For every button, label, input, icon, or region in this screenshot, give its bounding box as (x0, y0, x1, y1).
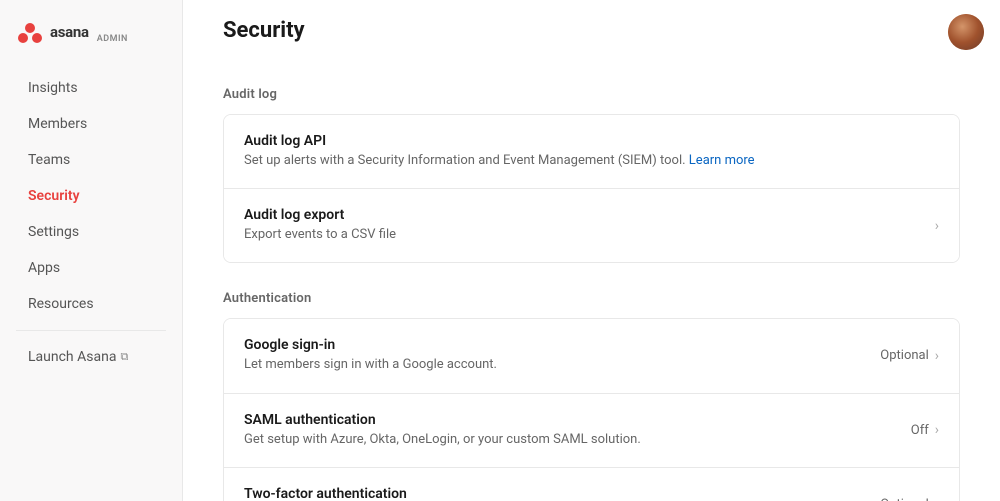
chevron-icon: › (935, 496, 939, 501)
saml-auth-right: Off › (911, 422, 939, 438)
google-signin-status: Optional (880, 348, 928, 363)
google-signin-content: Google sign-in Let members sign in with … (244, 337, 880, 374)
saml-auth-title: SAML authentication (244, 412, 911, 428)
avatar[interactable] (948, 14, 984, 50)
sidebar-item-resources[interactable]: Resources (8, 287, 174, 321)
sidebar-item-insights[interactable]: Insights (8, 71, 174, 105)
audit-log-export-title: Audit log export (244, 207, 935, 223)
avatar-container (948, 14, 984, 50)
google-signin-title: Google sign-in (244, 337, 880, 353)
saml-auth-content: SAML authentication Get setup with Azure… (244, 412, 911, 449)
sidebar: asana ADMIN Insights Members Teams Secur… (0, 0, 183, 501)
external-link-icon: ⧉ (120, 350, 128, 364)
authentication-section-label: Authentication (223, 271, 960, 318)
google-signin-row[interactable]: Google sign-in Let members sign in with … (224, 319, 959, 393)
audit-log-api-desc: Set up alerts with a Security Informatio… (244, 152, 939, 170)
two-factor-status: Optional (880, 497, 928, 501)
chevron-icon: › (935, 422, 939, 438)
sidebar-item-teams[interactable]: Teams (8, 143, 174, 177)
saml-auth-row[interactable]: SAML authentication Get setup with Azure… (224, 394, 959, 468)
audit-log-group: Audit log API Set up alerts with a Secur… (223, 114, 960, 263)
learn-more-link[interactable]: Learn more (689, 153, 755, 168)
sidebar-item-members[interactable]: Members (8, 107, 174, 141)
sidebar-nav: Insights Members Teams Security Settings… (0, 66, 182, 501)
chevron-icon: › (935, 348, 939, 364)
authentication-group: Google sign-in Let members sign in with … (223, 318, 960, 501)
google-signin-right: Optional › (880, 348, 939, 364)
page-header: Security (223, 0, 960, 67)
sidebar-item-apps[interactable]: Apps (8, 251, 174, 285)
audit-log-section-label: Audit log (223, 67, 960, 114)
google-signin-desc: Let members sign in with a Google accoun… (244, 356, 880, 374)
launch-asana-link[interactable]: Launch Asana ⧉ (8, 340, 174, 374)
chevron-icon: › (935, 218, 939, 234)
audit-log-api-title: Audit log API (244, 133, 939, 149)
page-title: Security (223, 18, 960, 43)
audit-log-api-row[interactable]: Audit log API Set up alerts with a Secur… (224, 115, 959, 189)
main-content: Security Audit log Audit log API Set up … (183, 0, 1000, 501)
saml-auth-desc: Get setup with Azure, Okta, OneLogin, or… (244, 431, 911, 449)
two-factor-title: Two-factor authentication (244, 486, 880, 501)
sidebar-item-settings[interactable]: Settings (8, 215, 174, 249)
two-factor-content: Two-factor authentication Require member… (244, 486, 880, 501)
authentication-section: Authentication Google sign-in Let member… (223, 271, 960, 501)
audit-log-export-content: Audit log export Export events to a CSV … (244, 207, 935, 244)
admin-badge: ADMIN (97, 34, 128, 44)
saml-auth-status: Off (911, 423, 929, 438)
audit-log-export-desc: Export events to a CSV file (244, 226, 935, 244)
sidebar-logo: asana ADMIN (0, 0, 182, 66)
audit-log-export-right: › (935, 218, 939, 234)
sidebar-divider (16, 330, 166, 331)
two-factor-right: Optional › (880, 496, 939, 501)
two-factor-row[interactable]: Two-factor authentication Require member… (224, 468, 959, 501)
asana-icon (16, 18, 44, 46)
asana-wordmark: asana (50, 23, 89, 41)
audit-log-section: Audit log Audit log API Set up alerts wi… (223, 67, 960, 263)
avatar-image (948, 14, 984, 50)
asana-logo[interactable]: asana ADMIN (16, 18, 128, 46)
sidebar-item-security[interactable]: Security (8, 179, 174, 213)
audit-log-export-row[interactable]: Audit log export Export events to a CSV … (224, 189, 959, 262)
audit-log-api-content: Audit log API Set up alerts with a Secur… (244, 133, 939, 170)
